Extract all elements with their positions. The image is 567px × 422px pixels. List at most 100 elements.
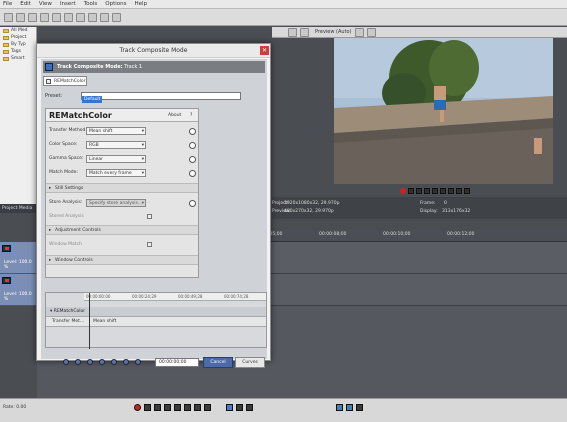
stored-analysis-checkbox[interactable] xyxy=(147,214,152,219)
tree-item-smart[interactable]: Smart xyxy=(0,55,36,62)
snapping-icon[interactable] xyxy=(336,404,343,411)
keyframe-param-row[interactable]: Transfer Met... Mean shift xyxy=(46,317,266,327)
loop-icon[interactable] xyxy=(408,187,414,194)
track-level[interactable]: Level: 100.0 % xyxy=(4,292,37,302)
pause-icon[interactable] xyxy=(174,404,181,411)
open-icon[interactable] xyxy=(16,12,25,22)
redo-icon[interactable] xyxy=(112,12,121,22)
menu-view[interactable]: View xyxy=(39,1,52,7)
loop-icon[interactable] xyxy=(144,404,151,411)
properties-icon[interactable] xyxy=(52,12,61,22)
undo-icon[interactable] xyxy=(100,12,109,22)
render-icon[interactable] xyxy=(40,12,49,22)
play-icon[interactable] xyxy=(424,187,430,194)
preview-quality-dropdown[interactable]: Preview (Auto) xyxy=(315,29,352,35)
tree-item-project[interactable]: Project xyxy=(0,34,36,41)
close-icon[interactable]: ✕ xyxy=(260,46,269,55)
save-icon[interactable] xyxy=(28,12,37,22)
gamma-space-select[interactable]: Linear xyxy=(86,155,146,163)
auto-crossfade-icon[interactable] xyxy=(346,404,353,411)
keyframe-animate-icon[interactable] xyxy=(189,142,196,149)
ruler-tick: 00:00:10;00 xyxy=(383,232,411,237)
last-keyframe-icon[interactable] xyxy=(123,359,129,365)
delete-keyframe-icon[interactable] xyxy=(99,359,105,365)
keyframe-animate-icon[interactable] xyxy=(189,156,196,163)
video-track-icon xyxy=(2,245,11,252)
keyframe-cursor[interactable] xyxy=(89,293,90,349)
keyframe-ruler[interactable]: 00:00:00:00 00:00:24;29 00:00:49;28 00:0… xyxy=(84,293,266,301)
keyframe-group-row[interactable]: ▾ REMatchColor xyxy=(46,307,266,317)
plugin-title-bar: REMatchColor About ? xyxy=(46,109,198,122)
ripple-edit-icon[interactable] xyxy=(356,404,363,411)
color-space-select[interactable]: RGB xyxy=(86,141,146,149)
param-match-mode: Match Mode: Match every frame xyxy=(46,167,198,179)
go-end-icon[interactable] xyxy=(464,187,470,194)
menu-edit[interactable]: Edit xyxy=(20,1,31,7)
first-keyframe-icon[interactable] xyxy=(63,359,69,365)
play-from-start-icon[interactable] xyxy=(416,187,422,194)
next-frame-icon[interactable] xyxy=(456,187,462,194)
selection-tool-icon[interactable] xyxy=(246,404,253,411)
play-from-start-icon[interactable] xyxy=(154,404,161,411)
preset-dropdown[interactable]: Default xyxy=(81,92,241,103)
folder-icon xyxy=(3,35,9,40)
split-screen-icon[interactable] xyxy=(300,27,309,37)
transfer-method-select[interactable]: Mean shift xyxy=(86,127,146,135)
play-icon[interactable] xyxy=(164,404,171,411)
track-header-1[interactable]: Level: 100.0 % xyxy=(0,242,37,274)
tree-item-by-type[interactable]: By Typ xyxy=(0,41,36,48)
keyframe-timecode[interactable]: 00:00:00;00 xyxy=(155,358,199,367)
envelope-tool-icon[interactable] xyxy=(236,404,243,411)
section-adjustment-controls[interactable]: Adjustment Controls xyxy=(46,225,198,236)
keyframe-animate-icon[interactable] xyxy=(189,170,196,177)
help-button[interactable]: ? xyxy=(190,113,192,118)
normal-edit-tool-icon[interactable] xyxy=(226,404,233,411)
param-gamma-space: Gamma Space: Linear xyxy=(46,153,198,165)
menu-help[interactable]: Help xyxy=(135,1,148,7)
sync-cursor-icon[interactable] xyxy=(135,359,141,365)
project-media-tab[interactable]: Project Media xyxy=(0,204,37,213)
track-level[interactable]: Level: 100.0 % xyxy=(4,260,37,270)
new-icon[interactable] xyxy=(4,12,13,22)
pause-icon[interactable] xyxy=(432,187,438,194)
keyframe-animate-icon[interactable] xyxy=(189,128,196,135)
section-window-controls[interactable]: Window Controls xyxy=(46,255,198,266)
display-label: Display: xyxy=(420,209,438,214)
fx-tab-rematchcolor[interactable]: REMatchColor xyxy=(43,76,87,86)
store-analysis-select[interactable]: Specify store analysis... xyxy=(86,199,146,207)
go-end-icon[interactable] xyxy=(204,404,211,411)
copy-icon[interactable] xyxy=(76,12,85,22)
go-start-icon[interactable] xyxy=(194,404,201,411)
section-still-settings[interactable]: Still Settings xyxy=(46,183,198,194)
keyframe-animate-icon[interactable] xyxy=(189,200,196,207)
keyframe-timeline[interactable]: 00:00:00:00 00:00:24;29 00:00:49;28 00:0… xyxy=(45,292,267,349)
stop-icon[interactable] xyxy=(440,187,446,194)
snapshot-icon[interactable] xyxy=(366,27,376,37)
menu-options[interactable]: Options xyxy=(105,1,126,7)
menu-tools[interactable]: Tools xyxy=(84,1,98,7)
prev-frame-icon[interactable] xyxy=(448,187,454,194)
record-icon[interactable] xyxy=(400,187,406,194)
next-keyframe-icon[interactable] xyxy=(111,359,117,365)
menu-insert[interactable]: Insert xyxy=(60,1,76,7)
preview-settings-icon[interactable] xyxy=(288,27,297,37)
rate-readout: Rate: 0.00 xyxy=(3,405,27,410)
overlays-icon[interactable] xyxy=(354,27,364,37)
match-mode-select[interactable]: Match every frame xyxy=(86,169,146,177)
tree-item-all-media[interactable]: All Med xyxy=(0,27,36,34)
curves-button[interactable]: Curves xyxy=(235,357,265,368)
about-button[interactable]: About xyxy=(168,113,181,118)
record-icon[interactable] xyxy=(134,404,141,411)
cut-icon[interactable] xyxy=(64,12,73,22)
menu-file[interactable]: File xyxy=(3,1,12,7)
tree-item-tags[interactable]: Tags xyxy=(0,48,36,55)
cancel-button[interactable]: Cancel xyxy=(203,357,233,368)
stop-icon[interactable] xyxy=(184,404,191,411)
paste-icon[interactable] xyxy=(88,12,97,22)
kf-group-label: REMatchColor xyxy=(53,309,86,314)
fx-enable-checkbox[interactable] xyxy=(46,79,51,84)
add-keyframe-icon[interactable] xyxy=(87,359,93,365)
prev-keyframe-icon[interactable] xyxy=(75,359,81,365)
window-match-checkbox[interactable] xyxy=(147,242,152,247)
track-header-2[interactable]: Level: 100.0 % xyxy=(0,274,37,306)
